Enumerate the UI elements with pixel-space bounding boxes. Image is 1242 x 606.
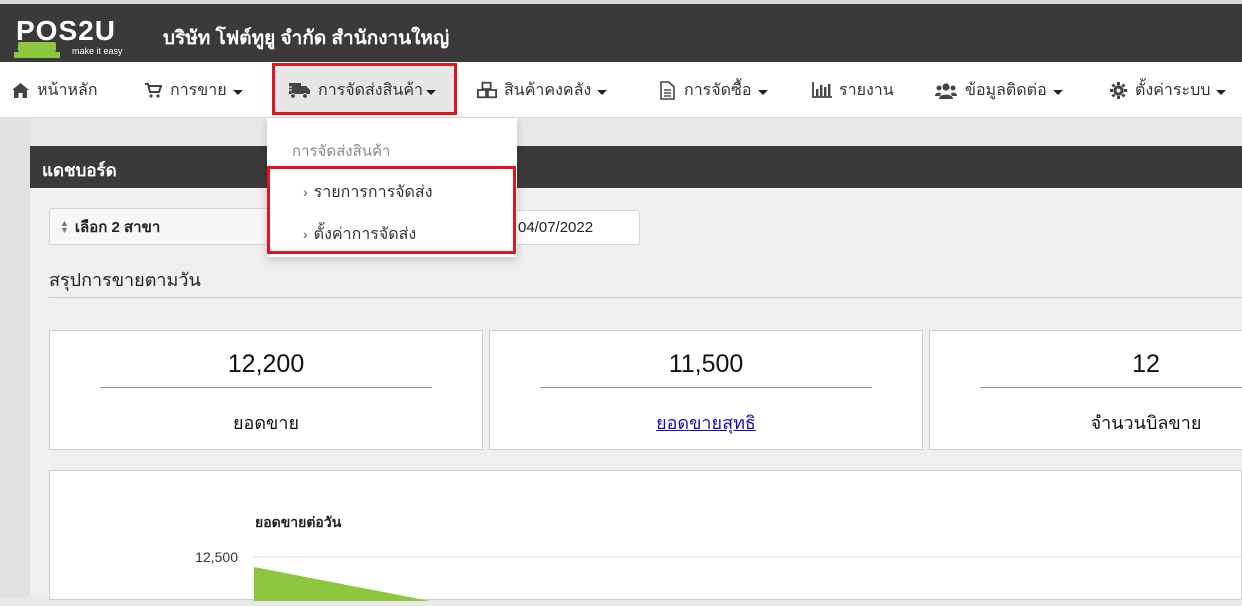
chevron-right-icon: › [303,226,308,242]
menu-item-delivery-settings[interactable]: › ตั้งค่าการจัดส่ง [303,222,416,247]
y-tick-label: 12,500 [195,549,238,565]
daily-sales-chart: ยอดขายต่อวัน 12,500 [195,514,1242,601]
stat-divider [980,387,1242,388]
truck-icon [287,80,311,100]
dropdown-header: การจัดส่งสินค้า [292,143,391,160]
pos2u-logo[interactable]: POS2U make it easy [14,14,139,60]
series-area [254,567,430,601]
stat-card-net-sales: 11,500 ยอดขายสุทธิ [489,330,923,450]
nav-contacts[interactable]: ข้อมูลติดต่อ [934,62,1063,118]
company-name: บริษัท โฟต์ทูยู จำกัด สำนักงานใหญ่ [163,28,450,49]
sort-updown-icon: ▲ ▼ [60,217,69,235]
nav-inventory-label: สินค้าคงคลัง [504,81,592,99]
chevron-down-icon [597,89,608,95]
stat-label: จำนวนบิลขาย [1090,413,1202,433]
nav-home-label: หน้าหลัก [37,81,98,99]
section-title: สรุปการขายตามวัน [49,270,201,290]
chevron-down-icon [426,89,436,95]
nav-delivery[interactable]: การจัดส่งสินค้า [287,62,436,118]
nav-settings[interactable]: ตั้งค่าระบบ [1108,62,1227,118]
branch-select[interactable]: ▲ ▼ เลือก 2 สาขา [49,208,289,245]
nav-reports-label: รายงาน [839,81,894,99]
chevron-right-icon: › [303,184,308,200]
stat-value: 12 [1132,350,1160,378]
menu-item-label: รายการการจัดส่ง [313,184,433,201]
net-sales-link[interactable]: ยอดขายสุทธิ [490,408,922,437]
gear-icon [1108,80,1128,100]
menu-item-label: ตั้งค่าการจัดส่ง [313,226,417,243]
logo-tagline: make it easy [72,46,123,56]
menu-item-delivery-list[interactable]: › รายการการจัดส่ง [303,180,433,205]
nav-purchasing[interactable]: การจัดซื้อ [657,62,768,118]
top-header: POS2U make it easy บริษัท โฟต์ทูยู จำกัด… [0,0,1242,62]
nav-contacts-label: ข้อมูลติดต่อ [965,81,1047,99]
nav-reports[interactable]: รายงาน [812,62,894,118]
daily-sales-chart-card: ยอดขายต่อวัน 12,500 [49,470,1242,601]
chart-title: ยอดขายต่อวัน [255,514,342,530]
stat-divider [540,387,872,388]
chevron-down-icon [1052,89,1063,95]
main-nav: หน้าหลัก การขาย สินค้าคงคลัง การจัดซื้อ … [0,62,1242,118]
chevron-down-icon [232,89,243,95]
stat-card-sales: 12,200 ยอดขาย [49,330,483,450]
stat-divider [100,387,432,388]
boxes-icon [477,80,497,100]
dashboard-title: แดชบอร์ด [30,146,1242,188]
home-icon [10,80,30,100]
stat-label: ยอดขาย [232,413,299,433]
nav-sales-label: การขาย [170,81,227,99]
bar-chart-icon [812,80,832,100]
nav-delivery-label: การจัดส่งสินค้า [318,81,423,99]
nav-settings-label: ตั้งค่าระบบ [1135,81,1211,99]
date-input[interactable]: 04/07/2022 [507,210,640,245]
nav-purchasing-label: การจัดซื้อ [684,81,752,99]
stat-value: 12,200 [227,350,305,378]
nav-sales[interactable]: การขาย [143,62,243,118]
chevron-down-icon [1216,89,1227,95]
cart-icon [143,80,163,100]
branch-select-label: เลือก 2 สาขา [74,218,161,236]
document-icon [657,80,677,100]
delivery-dropdown-menu: การจัดส่งสินค้า › รายการการจัดส่ง › ตั้งค่… [267,118,517,257]
logo-text: POS2U [16,15,116,46]
dashboard-content: แดชบอร์ด ▲ ▼ เลือก 2 สาขา 04/07/2022 สรุป… [30,146,1242,601]
section-divider [49,297,1242,298]
nav-home[interactable]: หน้าหลัก [10,62,98,118]
nav-inventory[interactable]: สินค้าคงคลัง [477,62,608,118]
stat-card-bill-count: 12 จำนวนบิลขาย [929,330,1242,450]
chevron-down-icon [757,89,768,95]
users-icon [934,80,958,100]
date-value: 04/07/2022 [518,219,594,236]
stat-value: 11,500 [668,350,744,378]
page-gutter [0,118,30,597]
